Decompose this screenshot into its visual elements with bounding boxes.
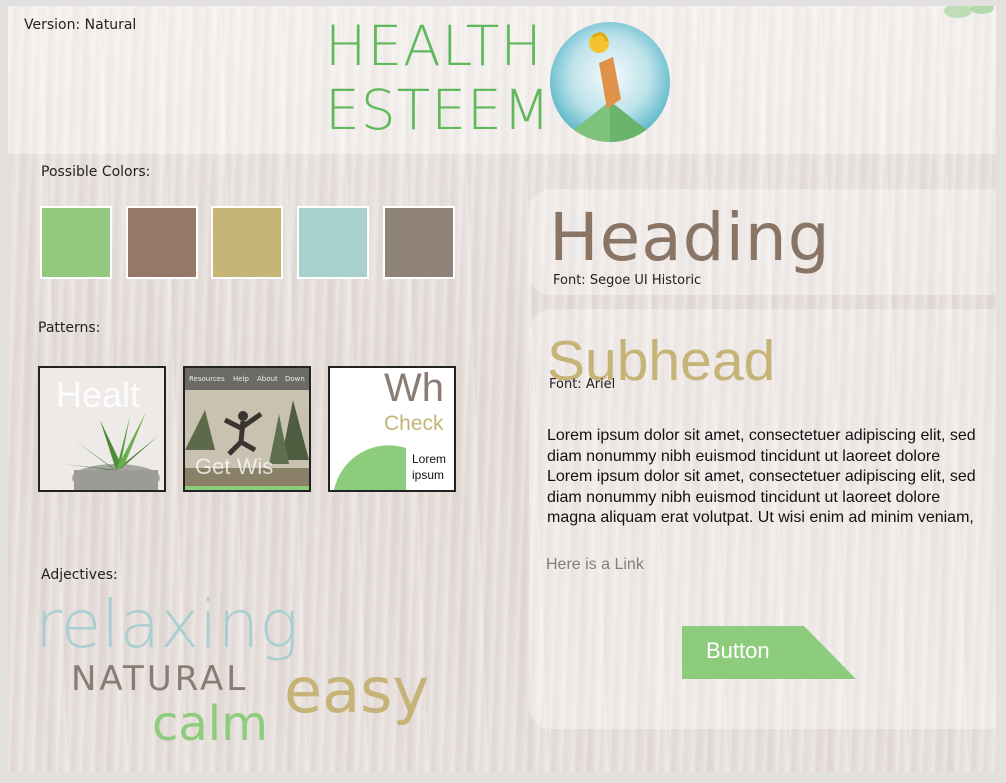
sample-button[interactable]: Button (682, 626, 856, 679)
sample-heading: Heading (549, 199, 831, 276)
heading-font-note: Font: Segoe UI Historic (553, 273, 702, 288)
nav-help: Help (233, 375, 249, 383)
adjectives-label: Adjectives: (41, 567, 118, 583)
adjective-calm: calm (152, 696, 268, 752)
color-swatch-taupe (383, 206, 455, 279)
nav-resources: Resources (189, 375, 225, 383)
adjective-natural: NATURAL (71, 659, 249, 699)
adjective-relaxing: relaxing (35, 586, 299, 663)
pattern-nav-bar: Resources Help About Down (185, 368, 309, 390)
colors-label: Possible Colors: (41, 164, 151, 180)
pattern-lorem-line1: Lorem (412, 452, 447, 466)
nav-about: About (257, 375, 278, 383)
pattern-big-text: Wh (384, 366, 444, 410)
style-board: Version: Natural HEALTH ESTEEM Possible … (8, 6, 996, 772)
pattern-plant: Healt (38, 366, 166, 492)
color-swatch-green (40, 206, 112, 279)
pattern-lorem-line2: ipsum (412, 468, 445, 482)
brand-line-1: HEALTH (325, 14, 543, 78)
pattern-layout: Wh Check Lorem ipsum (328, 366, 456, 492)
pattern-website: Resources Help About Down Get Wis (183, 366, 311, 492)
adjective-easy: easy (284, 654, 430, 727)
succulent-image (64, 412, 160, 490)
subhead-font-note: Font: Ariel (549, 377, 616, 392)
nav-down: Down (285, 375, 305, 383)
sample-body-text: Lorem ipsum dolor sit amet, consectetuer… (547, 427, 976, 526)
color-swatch-teal (297, 206, 369, 279)
button-label: Button (706, 638, 770, 663)
version-label: Version: Natural (24, 17, 137, 33)
brand-line-2: ESTEEM (325, 78, 552, 142)
color-swatch-gold (211, 206, 283, 279)
patterns-label: Patterns: (38, 320, 101, 336)
green-semicircle-shape (334, 445, 406, 490)
pattern-overlay-text: Get Wis (195, 454, 274, 479)
sample-link[interactable]: Here is a Link (546, 556, 644, 574)
leaf-decoration (944, 6, 994, 18)
brand-wordmark: HEALTH ESTEEM (325, 14, 551, 142)
logo-icon (550, 22, 670, 142)
color-swatch-brown (126, 206, 198, 279)
